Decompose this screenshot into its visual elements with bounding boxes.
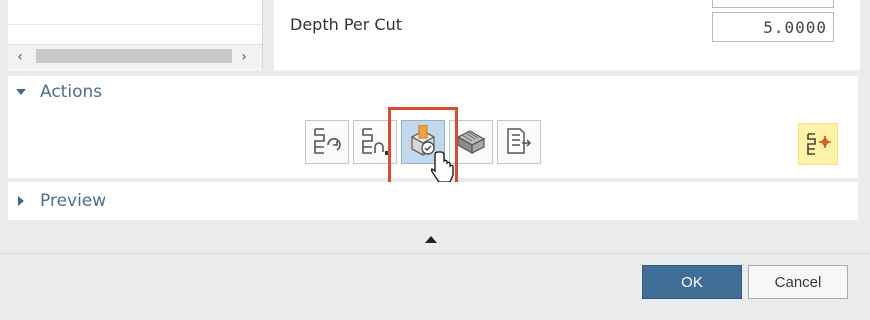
depth-per-cut-input[interactable]: 5.0000: [712, 12, 834, 42]
actions-title: Actions: [40, 82, 103, 102]
horizontal-scrollbar[interactable]: ‹ ›: [8, 44, 262, 69]
regenerate-tool-path-icon: [314, 128, 341, 154]
scroll-right-icon[interactable]: ›: [236, 49, 252, 65]
list-tool-path-button[interactable]: [497, 120, 541, 164]
mouse-pointer-icon: [431, 151, 454, 183]
scroll-left-icon[interactable]: ‹: [12, 49, 28, 65]
depth-per-cut-label: Depth Per Cut: [290, 15, 402, 34]
list-row-separator: [8, 24, 262, 25]
list-tool-path-icon: [507, 128, 532, 154]
ok-button[interactable]: OK: [642, 265, 742, 299]
preview-section: Preview: [8, 182, 858, 220]
collapse-up-icon[interactable]: [425, 236, 437, 243]
expand-right-icon: [18, 196, 24, 206]
cancel-button[interactable]: Cancel: [748, 265, 848, 299]
regenerate-tool-path-button[interactable]: [305, 120, 349, 164]
generate-tool-path-icon: [362, 128, 389, 155]
operation-navigator-icon: [807, 133, 831, 155]
operation-navigator-button[interactable]: [798, 123, 838, 165]
footer-divider: [0, 253, 870, 254]
preview-title: Preview: [40, 191, 107, 211]
scrollbar-thumb[interactable]: [36, 49, 232, 63]
actions-header[interactable]: Actions: [16, 82, 102, 102]
expand-down-icon: [16, 89, 26, 95]
preview-header[interactable]: Preview: [16, 191, 106, 211]
simulate-icon: [456, 130, 486, 155]
previous-value-field[interactable]: [712, 0, 834, 8]
